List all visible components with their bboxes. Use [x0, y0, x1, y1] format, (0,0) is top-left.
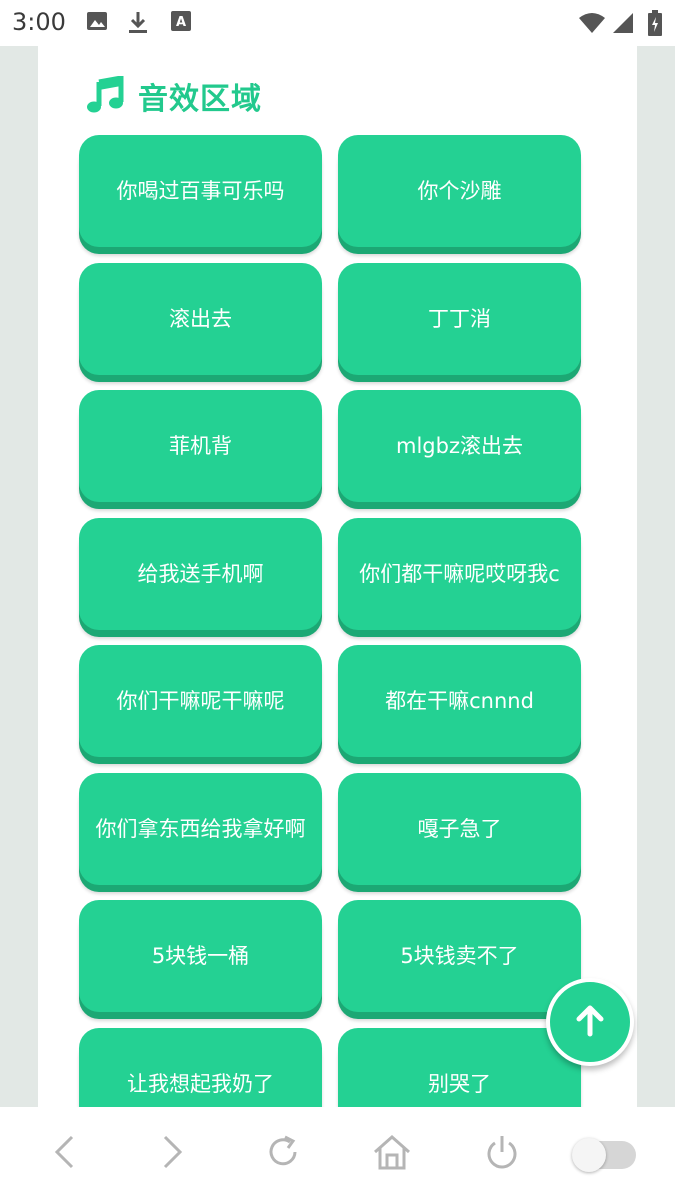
signal-icon [612, 12, 634, 38]
toggle-knob [572, 1138, 606, 1172]
back-icon [52, 1134, 76, 1174]
font-icon: A [170, 10, 192, 36]
forward-button[interactable] [150, 1131, 196, 1177]
sound-button[interactable]: 你们拿东西给我拿好啊 [79, 773, 322, 885]
sound-button[interactable]: 5块钱卖不了 [338, 900, 581, 1012]
sound-button[interactable]: 滚出去 [79, 263, 322, 375]
music-note-icon [86, 75, 124, 118]
back-to-top-button[interactable] [546, 978, 634, 1066]
status-bar: 3:00 A [0, 0, 675, 46]
sound-button[interactable]: 让我想起我奶了 [79, 1028, 322, 1108]
battery-icon [648, 10, 662, 40]
home-button[interactable] [369, 1131, 415, 1177]
status-time: 3:00 [12, 8, 66, 36]
sound-button[interactable]: 你喝过百事可乐吗 [79, 135, 322, 247]
sound-button[interactable]: 你们干嘛呢干嘛呢 [79, 645, 322, 757]
download-icon [127, 10, 149, 38]
refresh-button[interactable] [260, 1131, 306, 1177]
sound-button[interactable]: 你们都干嘛呢哎呀我c [338, 518, 581, 630]
sound-button[interactable]: 给我送手机啊 [79, 518, 322, 630]
image-icon [86, 10, 108, 36]
home-icon [372, 1133, 412, 1175]
sound-button[interactable]: mlgbz滚出去 [338, 390, 581, 502]
section-title: 音效区域 [138, 82, 262, 117]
power-button[interactable] [479, 1131, 525, 1177]
svg-text:A: A [176, 15, 186, 30]
sound-button[interactable]: 别哭了 [338, 1028, 581, 1108]
sound-button[interactable]: 菲机背 [79, 390, 322, 502]
back-button[interactable] [41, 1131, 87, 1177]
sound-button[interactable]: 都在干嘛cnnnd [338, 645, 581, 757]
power-icon [483, 1133, 521, 1175]
sound-button[interactable]: 丁丁消 [338, 263, 581, 375]
toggle-switch[interactable] [572, 1138, 636, 1172]
page-content: 音效区域 你喝过百事可乐吗 你个沙雕 滚出去 丁丁消 菲机背 mlgbz滚出去 … [38, 46, 637, 1108]
sound-button[interactable]: 嘎子急了 [338, 773, 581, 885]
wifi-icon [578, 12, 606, 38]
bottom-nav-bar [0, 1107, 675, 1200]
forward-icon [161, 1134, 185, 1174]
sound-button[interactable]: 你个沙雕 [338, 135, 581, 247]
arrow-up-icon [572, 1002, 608, 1042]
sound-button[interactable]: 5块钱一桶 [79, 900, 322, 1012]
refresh-icon [264, 1133, 302, 1175]
